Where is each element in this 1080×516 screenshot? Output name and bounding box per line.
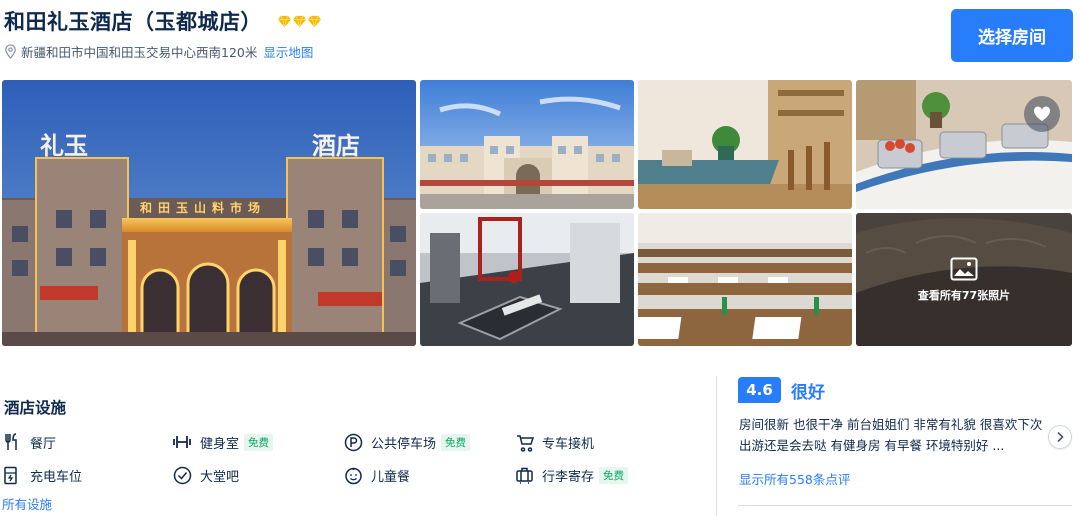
facility-label: 公共停车场 bbox=[371, 436, 437, 452]
facility-airport-shuttle: 专车接机 bbox=[514, 432, 594, 452]
facilities-title: 酒店设施 bbox=[4, 399, 67, 417]
photo-meeting-room[interactable] bbox=[638, 213, 852, 346]
facility-label: 大堂吧 bbox=[200, 469, 240, 485]
all-facilities-link[interactable]: 所有设施 bbox=[2, 494, 52, 513]
chevron-right-icon bbox=[1057, 431, 1064, 443]
hotel-address: 新疆和田市中国和田玉交易中心西南120米 bbox=[21, 45, 258, 60]
facility-luggage: 行李寄存 免费 bbox=[514, 465, 629, 485]
favorite-button[interactable] bbox=[1024, 96, 1060, 132]
select-room-button[interactable]: 选择房间 bbox=[951, 9, 1073, 62]
facility-parking: 公共停车场 免费 bbox=[343, 432, 471, 452]
facility-label: 餐厅 bbox=[30, 436, 57, 452]
luggage-icon bbox=[514, 465, 534, 485]
parking-icon bbox=[343, 432, 363, 452]
photo-breakfast-buffet[interactable] bbox=[856, 80, 1072, 209]
view-all-photos-button[interactable]: 查看所有77张照片 bbox=[856, 213, 1072, 346]
hotel-name: 和田礼玉酒店（玉都城店） bbox=[4, 10, 262, 34]
photo-street-view[interactable] bbox=[420, 80, 634, 209]
diamond-icon bbox=[293, 15, 306, 27]
photo-lobby-mural[interactable]: 查看所有77张照片 bbox=[856, 213, 1072, 346]
section-divider bbox=[716, 376, 717, 516]
review-divider bbox=[738, 505, 1072, 506]
free-badge: 免费 bbox=[441, 433, 471, 451]
free-badge: 免费 bbox=[599, 466, 629, 484]
show-map-link[interactable]: 显示地图 bbox=[263, 42, 313, 61]
next-review-button[interactable] bbox=[1048, 425, 1072, 449]
facility-lobby-bar: 大堂吧 bbox=[172, 465, 239, 485]
dumbbell-icon bbox=[172, 432, 192, 452]
airport-shuttle-icon bbox=[514, 432, 534, 452]
facility-ev-charging: 充电车位 bbox=[2, 465, 82, 485]
facade-sign-liyu: 礼玉 bbox=[40, 131, 88, 160]
facility-label: 专车接机 bbox=[542, 436, 595, 452]
photo-gym[interactable] bbox=[420, 213, 634, 346]
free-badge: 免费 bbox=[244, 433, 274, 451]
facility-gym: 健身室 免费 bbox=[172, 432, 274, 452]
diamond-icon bbox=[278, 15, 291, 27]
restaurant-icon bbox=[2, 432, 22, 452]
kids-meal-icon bbox=[343, 465, 363, 485]
title-row: 和田礼玉酒店（玉都城店） bbox=[4, 6, 321, 36]
diamond-icon bbox=[308, 15, 321, 27]
image-icon bbox=[950, 257, 978, 280]
diamond-rating bbox=[278, 15, 321, 28]
facade-sign-jiudian: 酒店 bbox=[312, 131, 360, 160]
check-circle-icon bbox=[172, 465, 192, 485]
review-excerpt: 房间很新 也很干净 前台姐姐们 非常有礼貌 很喜欢下次出游还是会去哒 有健身房 … bbox=[739, 417, 1043, 453]
review-score-badge: 4.6 bbox=[738, 377, 781, 403]
facility-label: 健身室 bbox=[200, 436, 240, 452]
facility-kids-meal: 儿童餐 bbox=[343, 465, 410, 485]
review-rating-word: 很好 bbox=[791, 383, 825, 403]
facade-sign-market: 和田玉山料市场 bbox=[139, 200, 266, 215]
facility-restaurant: 餐厅 bbox=[2, 432, 56, 452]
facility-label: 充电车位 bbox=[30, 469, 83, 485]
address-row: 新疆和田市中国和田玉交易中心西南120米 显示地图 bbox=[4, 42, 313, 61]
photo-hotel-facade[interactable]: 礼玉 酒店 和田玉山料市场 bbox=[2, 80, 416, 346]
view-all-photos-label: 查看所有77张照片 bbox=[917, 288, 1011, 302]
location-pin-icon bbox=[5, 44, 16, 59]
ev-charging-icon bbox=[2, 465, 22, 485]
facility-label: 行李寄存 bbox=[542, 469, 595, 485]
heart-icon bbox=[1033, 106, 1051, 121]
all-reviews-link[interactable]: 显示所有558条点评 bbox=[739, 469, 850, 488]
photo-dining-area[interactable] bbox=[638, 80, 852, 209]
facility-label: 儿童餐 bbox=[371, 469, 411, 485]
